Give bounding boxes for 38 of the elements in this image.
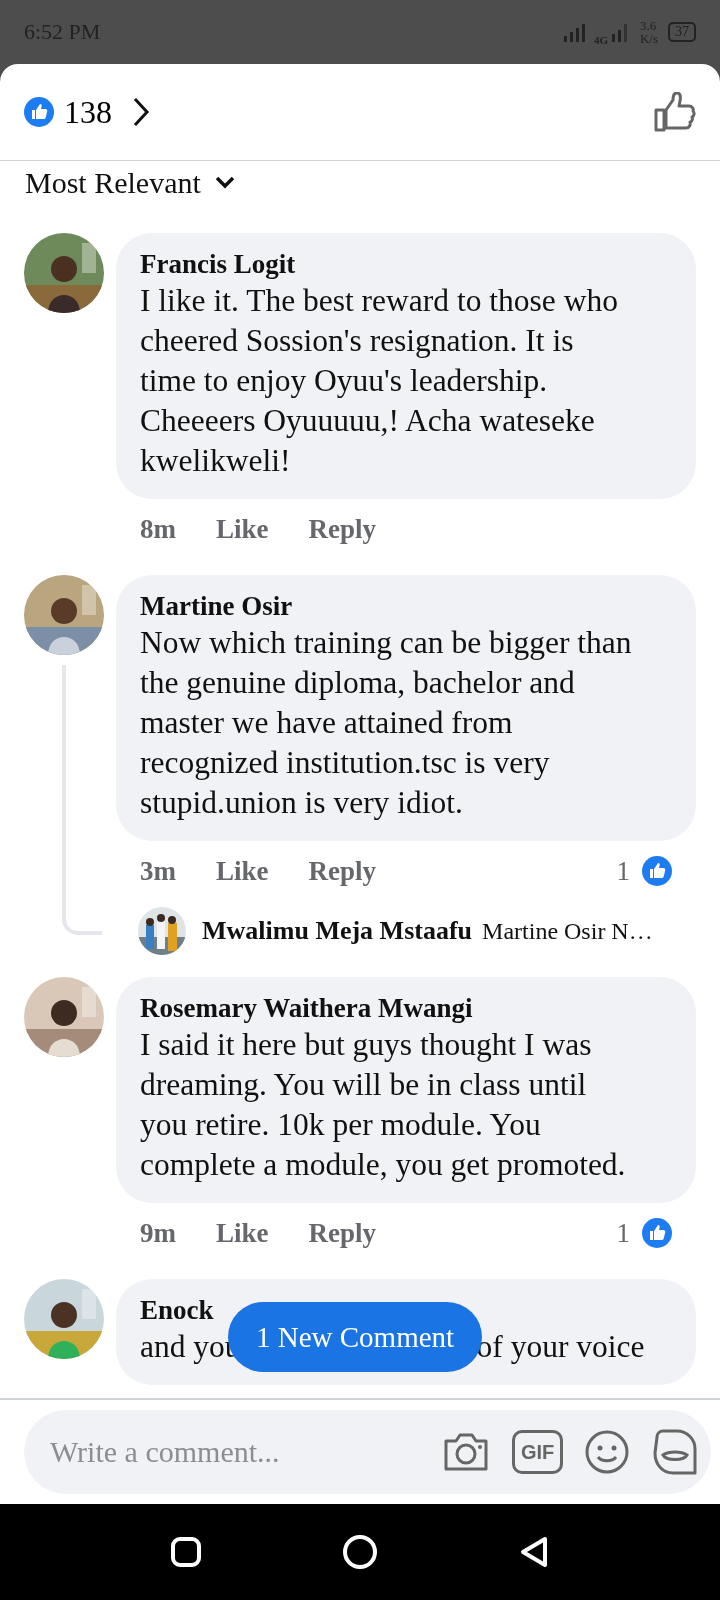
chevron-right-icon[interactable] xyxy=(132,97,150,127)
reply-link[interactable]: Reply xyxy=(308,513,376,545)
reaction-count[interactable]: 1 xyxy=(616,1217,630,1249)
chevron-down-icon xyxy=(214,176,235,190)
like-link[interactable]: Like xyxy=(216,513,269,545)
reply-author: Mwalimu Meja Mstaafu xyxy=(202,916,473,946)
reply-link[interactable]: Reply xyxy=(308,855,376,887)
like-badge-icon xyxy=(642,856,672,886)
reply-preview[interactable]: Mwalimu Meja Mstaafu Martine Osir N… xyxy=(116,901,696,961)
comment-text: I said it here but guys thought I was dreaming. You will be in class until you retire. 10k per module. You complete a module, you get promoted. xyxy=(140,1026,627,1184)
comment-author[interactable]: Francis Logit xyxy=(140,247,296,281)
comment-time: 3m xyxy=(140,855,176,887)
comment-time: 9m xyxy=(140,1217,176,1249)
signal-icon xyxy=(611,22,630,42)
comment-text: I like it. The best reward to those who cheered Sossion's resignation. It is time to enjoy Oyuu's leadership. Cheeeers Oyuuuuu,! Acha wateseke kwelikweli! xyxy=(140,282,619,480)
gif-button[interactable]: GIF xyxy=(512,1430,564,1474)
like-link[interactable]: Like xyxy=(216,1217,269,1249)
sticker-icon[interactable] xyxy=(651,1429,698,1475)
recent-apps-icon[interactable] xyxy=(170,1536,202,1568)
camera-icon[interactable] xyxy=(442,1431,490,1473)
comment-text: Now which training can be bigger than the genuine diploma, bachelor and master we have attained from recognized institution.tsc is very stupid.union is very idiot. xyxy=(140,624,632,822)
reply-link[interactable]: Reply xyxy=(308,1217,376,1249)
like-badge-icon xyxy=(24,97,54,127)
like-badge-icon xyxy=(642,1218,672,1248)
comment-author[interactable]: Enock xyxy=(140,1293,214,1327)
comment-input[interactable]: Write a comment... GIF xyxy=(24,1410,712,1494)
comment-time: 8m xyxy=(140,513,176,545)
sort-dropdown[interactable]: Most Relevant xyxy=(0,161,260,205)
smiley-icon[interactable] xyxy=(585,1430,630,1474)
reply-snippet: Martine Osir N… xyxy=(482,917,653,945)
reaction-count[interactable]: 1 xyxy=(616,855,630,887)
comment-author[interactable]: Rosemary Waithera Mwangi xyxy=(140,991,473,1025)
like-link[interactable]: Like xyxy=(216,855,269,887)
back-icon[interactable] xyxy=(518,1535,550,1569)
reaction-count[interactable]: 138 xyxy=(64,93,112,131)
like-icon[interactable] xyxy=(654,92,696,132)
home-icon[interactable] xyxy=(342,1534,378,1570)
comment-author[interactable]: Martine Osir xyxy=(140,589,293,623)
